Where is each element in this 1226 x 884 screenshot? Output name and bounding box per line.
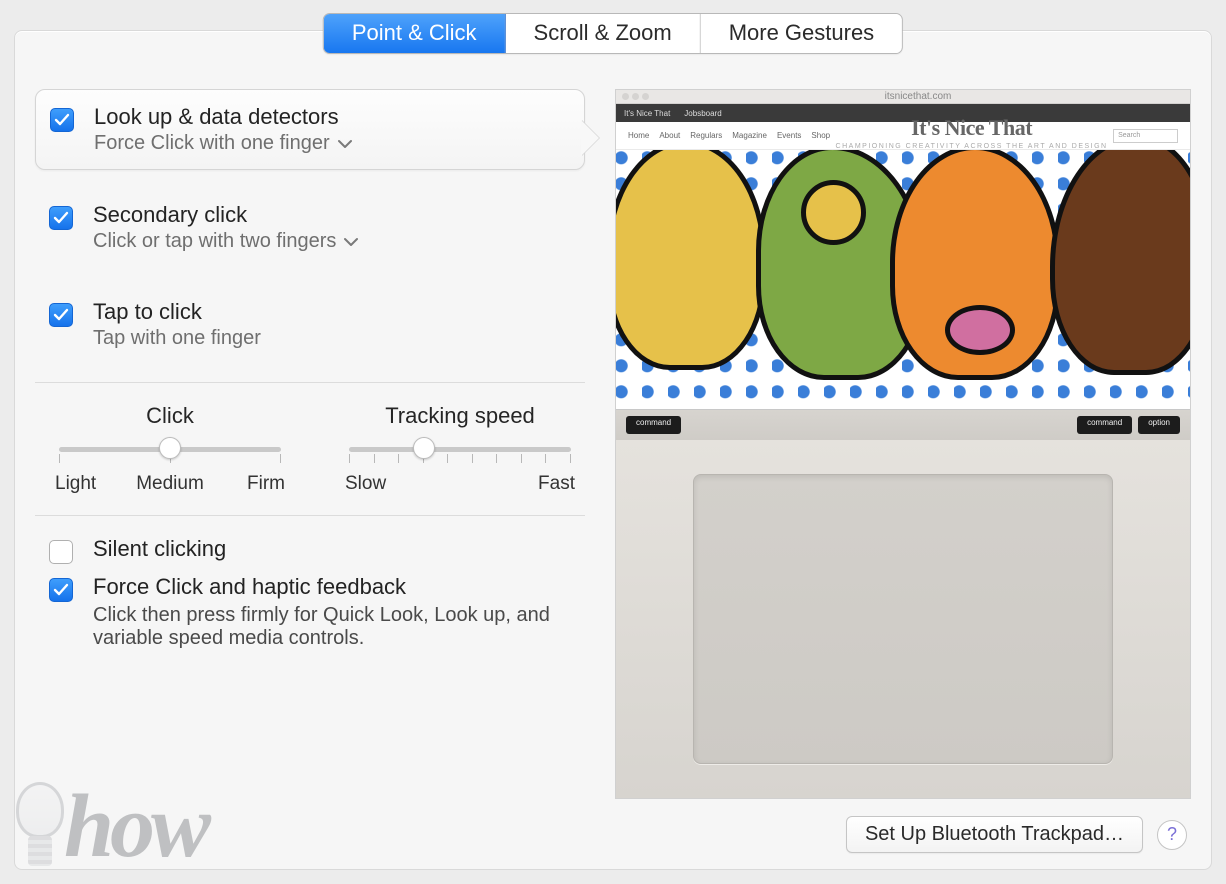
- preview-brand: It's Nice That: [830, 115, 1113, 141]
- slider-tracking-title: Tracking speed: [345, 403, 575, 429]
- preview-trackpad: [693, 474, 1113, 764]
- slider-click-label-left: Light: [55, 473, 96, 495]
- help-button[interactable]: ?: [1157, 820, 1187, 850]
- slider-click-track[interactable]: [59, 439, 281, 465]
- preview-url: itsnicethat.com: [885, 91, 952, 102]
- gesture-preview: itsnicethat.com It's Nice That Jobsboard…: [615, 89, 1191, 799]
- tab-more-gestures[interactable]: More Gestures: [701, 14, 903, 53]
- checkbox-force-click[interactable]: [49, 578, 73, 602]
- option-secondary-subtitle[interactable]: Click or tap with two fingers: [93, 230, 358, 253]
- checkbox-tap-to-click[interactable]: [49, 303, 73, 327]
- options-column: Look up & data detectors Force Click wit…: [35, 89, 605, 799]
- checkbox-secondary-click[interactable]: [49, 206, 73, 230]
- tab-bar: Point & Click Scroll & Zoom More Gesture…: [323, 13, 903, 54]
- option-force-title: Force Click and haptic feedback: [93, 574, 563, 600]
- preview-search: Search: [1113, 129, 1178, 143]
- slider-click-label-mid: Medium: [136, 473, 204, 495]
- preview-artwork: [616, 150, 1190, 409]
- checkbox-lookup[interactable]: [50, 108, 74, 132]
- option-force-click[interactable]: Force Click and haptic feedback Click th…: [35, 574, 585, 650]
- checkbox-silent-clicking[interactable]: [49, 540, 73, 564]
- option-secondary-title: Secondary click: [93, 202, 358, 228]
- tab-scroll-zoom[interactable]: Scroll & Zoom: [506, 14, 701, 53]
- option-lookup-title: Look up & data detectors: [94, 104, 352, 130]
- divider: [35, 515, 585, 516]
- slider-click: Click Light Medium Firm: [55, 403, 285, 495]
- slider-tracking-label-left: Slow: [345, 473, 386, 495]
- option-force-desc: Click then press firmly for Quick Look, …: [93, 604, 563, 650]
- chevron-down-icon: [344, 230, 358, 253]
- option-tap-title: Tap to click: [93, 299, 261, 325]
- slider-tracking: Tracking speed Slow Fast: [345, 403, 575, 495]
- preview-tab-1: It's Nice That: [624, 109, 670, 118]
- preview-browser: itsnicethat.com It's Nice That Jobsboard…: [616, 90, 1190, 410]
- preferences-panel: Point & Click Scroll & Zoom More Gesture…: [14, 30, 1212, 870]
- slider-click-knob[interactable]: [159, 437, 181, 459]
- option-silent-clicking[interactable]: Silent clicking: [35, 536, 585, 564]
- slider-tracking-label-right: Fast: [538, 473, 575, 495]
- setup-bluetooth-button[interactable]: Set Up Bluetooth Trackpad…: [846, 816, 1143, 853]
- preview-tab-2: Jobsboard: [684, 109, 721, 118]
- preview-column: itsnicethat.com It's Nice That Jobsboard…: [605, 89, 1191, 799]
- preview-trackpad-area: [616, 440, 1190, 798]
- slider-tracking-track[interactable]: [349, 439, 571, 465]
- preview-keyboard: command command option: [616, 410, 1190, 440]
- slider-click-label-right: Firm: [247, 473, 285, 495]
- option-tap-to-click[interactable]: Tap to click Tap with one finger: [35, 285, 585, 364]
- slider-click-title: Click: [55, 403, 285, 429]
- option-lookup-subtitle[interactable]: Force Click with one finger: [94, 132, 352, 155]
- option-tap-subtitle: Tap with one finger: [93, 327, 261, 350]
- option-lookup[interactable]: Look up & data detectors Force Click wit…: [35, 89, 585, 170]
- chevron-down-icon: [338, 132, 352, 155]
- tab-point-click[interactable]: Point & Click: [324, 14, 506, 53]
- option-secondary-click[interactable]: Secondary click Click or tap with two fi…: [35, 188, 585, 267]
- slider-tracking-knob[interactable]: [413, 437, 435, 459]
- divider: [35, 382, 585, 383]
- option-silent-title: Silent clicking: [93, 536, 226, 562]
